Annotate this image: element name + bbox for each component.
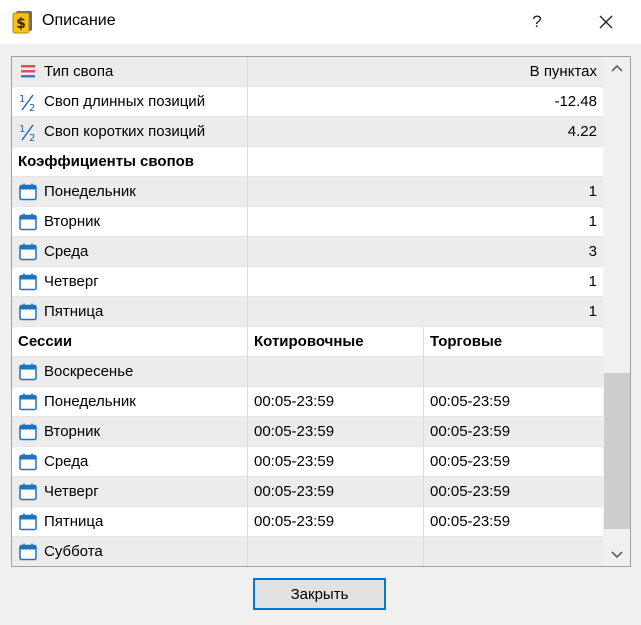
row-label: Пятница [44,513,104,530]
column-header-trade: Торговые [430,333,503,350]
scrollbar-thumb[interactable] [604,373,630,529]
title-bar: $ Описание ? [0,0,641,44]
scroll-up-button[interactable] [603,57,630,79]
row-value: 3 [588,243,597,260]
session-quotes: 00:05-23:59 [248,417,424,447]
close-dialog-button[interactable]: Закрыть [253,578,386,610]
row-value: 1 [588,303,597,320]
row-label: Среда [44,453,89,470]
row-label: Своп коротких позиций [44,123,206,140]
help-button[interactable]: ? [521,0,553,44]
table-row-swap-short[interactable]: 1 2 Своп коротких позиций 4.22 [12,117,603,147]
table-row-session-saturday[interactable]: Суббота [12,537,603,566]
table-row-coef-thursday[interactable]: Четверг 1 [12,267,603,297]
session-quotes [248,537,424,566]
vertical-scrollbar[interactable] [603,57,630,566]
window-title: Описание [42,12,116,29]
svg-text:2: 2 [29,133,35,142]
dollar-document-icon: $ [12,11,32,34]
section-title: Коэффициенты свопов [12,147,248,177]
calendar-icon [19,213,37,231]
table-row-session-tuesday[interactable]: Вторник 00:05-23:59 00:05-23:59 [12,417,603,447]
close-icon [599,15,613,29]
swap-type-icon [21,65,35,78]
session-quotes: 00:05-23:59 [248,507,424,537]
section-header-sessions: Сессии Котировочные Торговые [12,327,603,357]
row-value: 1 [588,183,597,200]
row-value: В пунктах [529,63,597,80]
table-row-session-sunday[interactable]: Воскресенье [12,357,603,387]
calendar-icon [19,513,37,531]
description-dialog: $ Описание ? Тип свопа В пунктах 1 2 Сво… [0,0,641,625]
session-quotes: 00:05-23:59 [248,447,424,477]
row-label: Суббота [44,543,103,560]
table-row-coef-monday[interactable]: Понедельник 1 [12,177,603,207]
table-row-session-wednesday[interactable]: Среда 00:05-23:59 00:05-23:59 [12,447,603,477]
row-value: 4.22 [567,123,597,140]
session-quotes: 00:05-23:59 [248,477,424,507]
calendar-icon [19,303,37,321]
svg-text:2: 2 [29,103,35,112]
calendar-icon [19,453,37,471]
one-half-icon: 1 2 [19,94,35,112]
close-window-button[interactable] [588,0,624,44]
calendar-icon [19,183,37,201]
table-row-coef-friday[interactable]: Пятница 1 [12,297,603,327]
chevron-down-icon [611,551,623,559]
table-row-session-thursday[interactable]: Четверг 00:05-23:59 00:05-23:59 [12,477,603,507]
row-label: Четверг [44,273,99,290]
row-label: Воскресенье [44,363,134,380]
svg-text:1: 1 [19,124,25,135]
table-row-swap-long[interactable]: 1 2 Своп длинных позиций -12.48 [12,87,603,117]
svg-text:$: $ [16,16,26,32]
table-row-swap-type[interactable]: Тип свопа В пунктах [12,57,603,87]
row-label: Тип свопа [44,63,114,80]
one-half-icon: 1 2 [19,124,35,142]
row-label: Своп длинных позиций [44,93,206,110]
table-row-session-monday[interactable]: Понедельник 00:05-23:59 00:05-23:59 [12,387,603,417]
row-label: Вторник [44,213,101,230]
session-trade: 00:05-23:59 [430,423,511,440]
properties-table: Тип свопа В пунктах 1 2 Своп длинных поз… [12,57,603,566]
chevron-up-icon [611,64,623,72]
table-row-coef-tuesday[interactable]: Вторник 1 [12,207,603,237]
session-trade: 00:05-23:59 [430,513,511,530]
row-value: -12.48 [554,93,597,110]
column-header-quotes: Котировочные [248,327,424,357]
section-title: Сессии [12,327,248,357]
session-trade [424,537,603,566]
row-label: Среда [44,243,89,260]
table-row-coef-wednesday[interactable]: Среда 3 [12,237,603,267]
session-quotes [248,357,424,387]
calendar-icon [19,423,37,441]
scroll-down-button[interactable] [603,544,630,566]
row-value: 1 [588,213,597,230]
calendar-icon [19,543,37,561]
row-label: Пятница [44,303,104,320]
row-label: Понедельник [44,183,136,200]
svg-text:1: 1 [19,94,25,105]
calendar-icon [19,393,37,411]
calendar-icon [19,483,37,501]
calendar-icon [19,273,37,291]
session-quotes: 00:05-23:59 [248,387,424,417]
row-label: Четверг [44,483,99,500]
section-header-coefficients: Коэффициенты свопов [12,147,603,177]
calendar-icon [19,243,37,261]
row-label: Понедельник [44,393,136,410]
table-row-session-friday[interactable]: Пятница 00:05-23:59 00:05-23:59 [12,507,603,537]
properties-table-panel: Тип свопа В пунктах 1 2 Своп длинных поз… [11,56,631,567]
calendar-icon [19,363,37,381]
session-trade: 00:05-23:59 [430,453,511,470]
row-value: 1 [588,273,597,290]
session-trade [424,357,603,387]
session-trade: 00:05-23:59 [430,483,511,500]
row-label: Вторник [44,423,101,440]
session-trade: 00:05-23:59 [430,393,511,410]
